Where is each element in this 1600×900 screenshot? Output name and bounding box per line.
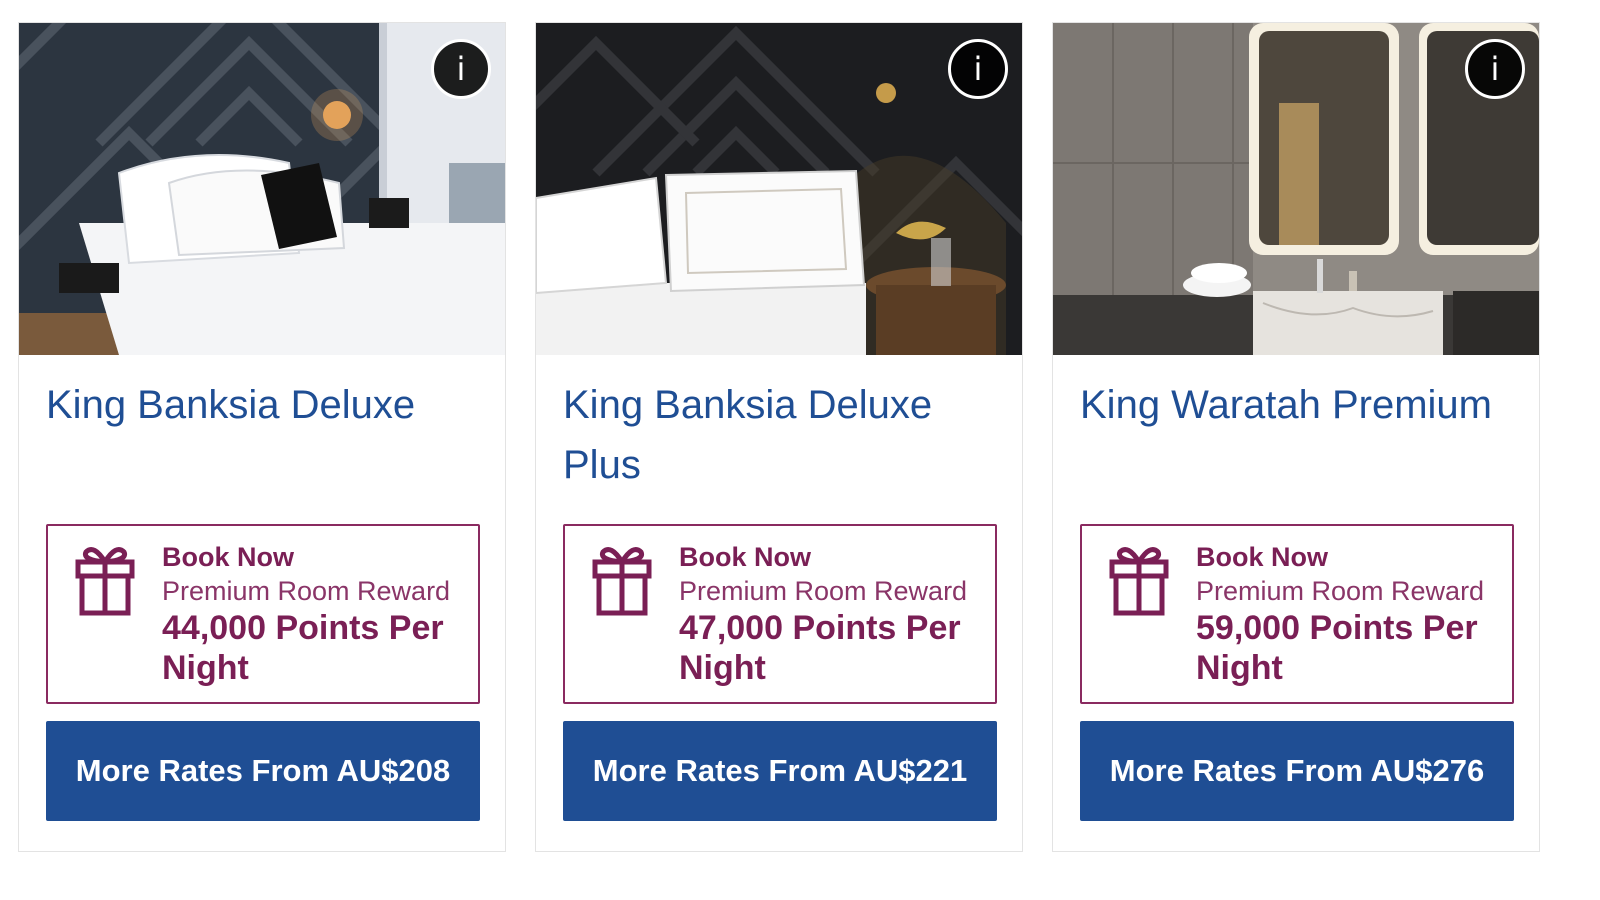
- book-now-label: Book Now: [679, 542, 811, 572]
- info-icon: i: [973, 50, 983, 88]
- reward-type-label: Premium Room Reward: [1196, 576, 1485, 606]
- reward-points-label: 47,000 Points Per Night: [679, 609, 961, 687]
- reward-type-label: Premium Room Reward: [679, 576, 968, 606]
- gift-icon: [592, 547, 652, 616]
- room-cards-grid: i King Banksia Deluxe Book Now Premium R…: [0, 0, 1600, 900]
- book-now-label: Book Now: [162, 542, 294, 572]
- reward-type-label: Premium Room Reward: [162, 576, 451, 606]
- info-icon: i: [456, 50, 466, 88]
- room-card: i King Waratah Premium Book Now Premium …: [1052, 22, 1540, 852]
- reward-text: Book Now Premium Room Reward 47,000 Poin…: [679, 540, 985, 688]
- gift-icon: [1109, 547, 1169, 616]
- room-card: i King Banksia Deluxe Book Now Premium R…: [18, 22, 506, 852]
- gift-icon: [75, 547, 135, 616]
- reward-text: Book Now Premium Room Reward 59,000 Poin…: [1196, 540, 1502, 688]
- room-name[interactable]: King Banksia Deluxe: [46, 375, 466, 435]
- reward-offer-box[interactable]: Book Now Premium Room Reward 47,000 Poin…: [563, 524, 997, 704]
- more-rates-button[interactable]: More Rates From AU$276: [1080, 721, 1514, 821]
- room-info-button[interactable]: i: [948, 39, 1008, 99]
- room-info-button[interactable]: i: [431, 39, 491, 99]
- more-rates-button[interactable]: More Rates From AU$221: [563, 721, 997, 821]
- info-icon: i: [1490, 50, 1500, 88]
- reward-offer-box[interactable]: Book Now Premium Room Reward 44,000 Poin…: [46, 524, 480, 704]
- room-info-button[interactable]: i: [1465, 39, 1525, 99]
- room-card: i King Banksia Deluxe Plus Book Now Prem…: [535, 22, 1023, 852]
- room-name[interactable]: King Banksia Deluxe Plus: [563, 375, 983, 495]
- reward-points-label: 59,000 Points Per Night: [1196, 609, 1478, 687]
- book-now-label: Book Now: [1196, 542, 1328, 572]
- reward-text: Book Now Premium Room Reward 44,000 Poin…: [162, 540, 468, 688]
- reward-points-label: 44,000 Points Per Night: [162, 609, 444, 687]
- more-rates-button[interactable]: More Rates From AU$208: [46, 721, 480, 821]
- room-name[interactable]: King Waratah Premium: [1080, 375, 1500, 435]
- reward-offer-box[interactable]: Book Now Premium Room Reward 59,000 Poin…: [1080, 524, 1514, 704]
